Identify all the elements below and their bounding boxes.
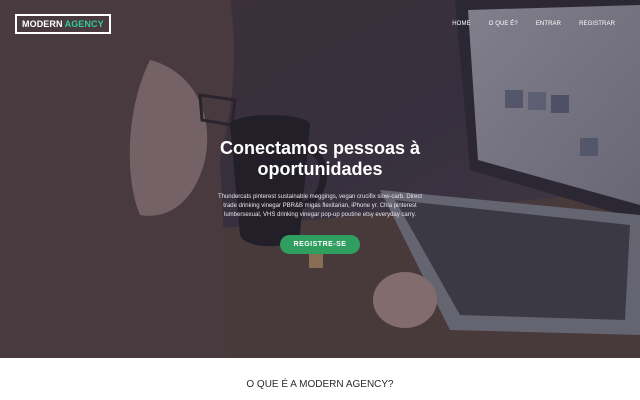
hero-title: Conectamos pessoas à oportunidades (219, 138, 421, 179)
logo-text-agency: AGENCY (64, 19, 104, 29)
section-title: O QUE É A MODERN AGENCY? (246, 379, 394, 390)
nav-link-entrar[interactable]: ENTRAR (527, 21, 570, 27)
hero-content: Conectamos pessoas à oportunidades Thund… (0, 138, 640, 254)
nav-link-o-que-e[interactable]: O QUE É? (480, 21, 527, 27)
nav-links: HOME O QUE É? ENTRAR REGISTRAR (443, 21, 624, 27)
nav-link-home[interactable]: HOME (443, 21, 479, 27)
navbar: MODERN AGENCY HOME O QUE É? ENTRAR REGIST… (0, 0, 640, 48)
hero-section: MODERN AGENCY HOME O QUE É? ENTRAR REGIST… (0, 0, 640, 358)
register-button[interactable]: REGISTRE-SE (279, 235, 361, 254)
hero-description: Thundercats pinterest sustainable meggin… (217, 194, 423, 218)
logo[interactable]: MODERN AGENCY (15, 14, 111, 34)
nav-link-registrar[interactable]: REGISTRAR (570, 21, 624, 27)
logo-text-modern: MODERN (22, 19, 63, 29)
